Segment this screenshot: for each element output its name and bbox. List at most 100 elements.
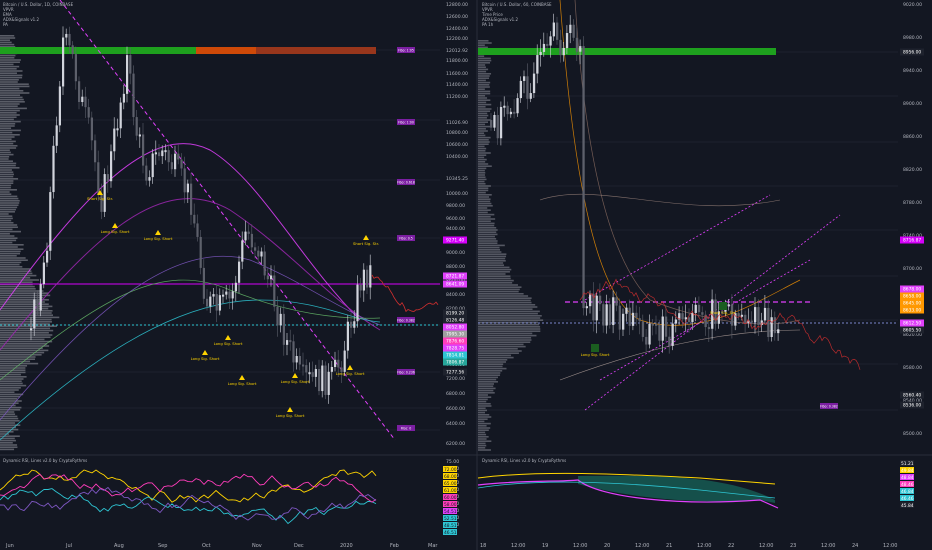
r-vp-bar — [478, 367, 507, 370]
r-vp-bar — [478, 416, 492, 418]
candle-body — [359, 284, 362, 291]
candle-body — [337, 359, 340, 368]
signal-label-8: Long Sig. Short — [336, 371, 365, 376]
time-label-5: Nov — [252, 543, 262, 549]
vp-bar — [0, 211, 15, 213]
r-candle-body — [750, 320, 753, 323]
vp-bar — [0, 178, 19, 180]
r-time-label-13: 12:00 — [883, 543, 897, 549]
vp-bar — [0, 402, 19, 404]
r-vp-bar — [478, 161, 486, 163]
r-vp-bar — [478, 86, 490, 88]
vp-bar — [0, 239, 17, 242]
vp-bar — [0, 332, 49, 334]
r-vp-bar — [478, 253, 507, 255]
signal-label-3: Long Sig. Short — [191, 356, 220, 361]
time-label-4: Oct — [202, 543, 211, 549]
price-tag-6: 7995.30 — [446, 332, 464, 338]
candle-body — [266, 275, 269, 280]
r-vp-bar — [478, 165, 492, 167]
r-candle-body — [658, 324, 661, 341]
vp-bar — [0, 349, 49, 352]
vp-bar — [0, 428, 19, 431]
r-vp-bar — [478, 136, 491, 139]
vp-bar — [0, 120, 21, 123]
vp-bar — [0, 215, 13, 217]
candle-body — [167, 150, 170, 163]
candle-body — [228, 291, 231, 299]
vp-bar — [0, 417, 19, 420]
r-vp-bar — [478, 119, 491, 121]
vp-bar — [0, 237, 18, 239]
r-price-tag-7: 8605.50 — [903, 328, 921, 334]
r-vp-bar — [478, 264, 505, 266]
candle-body — [46, 250, 49, 263]
vp-bar — [0, 248, 24, 250]
r-vp-bar — [478, 176, 486, 178]
price-axis-label-1: 12600.00 — [446, 14, 468, 20]
vp-bar — [0, 288, 36, 290]
vp-bar — [0, 327, 51, 330]
r-vp-bar — [478, 447, 486, 449]
r-candle-body — [526, 76, 529, 99]
candle-body — [142, 134, 145, 166]
vp-bar — [0, 76, 23, 79]
right-chart-panel[interactable]: Long Sig. Short Short Sig. Str. Fibo: 0.3… — [478, 0, 924, 455]
r-vp-bar — [478, 246, 500, 249]
vp-bar — [0, 336, 51, 338]
r-vp-bar — [478, 387, 496, 390]
vp-bar — [0, 358, 36, 360]
vp-bar — [0, 61, 20, 63]
r-vp-bar — [478, 361, 507, 363]
r-vp-bar — [478, 405, 492, 407]
r-price-axis-label-3: 8900.00 — [903, 101, 922, 107]
candle-body — [148, 177, 151, 181]
r-vp-bar — [478, 97, 488, 99]
r-candle-body — [519, 80, 522, 99]
r-vp-bar — [478, 279, 514, 282]
r-candle-body — [499, 106, 503, 139]
r-vp-bar — [478, 407, 486, 409]
vp-bar — [0, 431, 14, 433]
r-vp-bar — [478, 222, 495, 225]
candle-body — [311, 372, 314, 377]
candle-body — [366, 269, 369, 288]
candle-body — [132, 73, 135, 118]
signal-label-5: Long Sig. Short — [228, 381, 257, 386]
r-time-label-5: 12:00 — [635, 543, 649, 549]
r-vp-bar — [478, 400, 487, 403]
price-tag-0: 9271.40 — [446, 238, 464, 244]
r-vp-bar — [478, 319, 544, 321]
time-label-1: Jul — [65, 543, 72, 549]
candle-body — [74, 54, 77, 82]
r-candle-body — [595, 295, 598, 321]
r-price-tag-0: 8956.00 — [903, 50, 921, 56]
candle-body — [113, 128, 116, 152]
price-axis-label-4: 12012.92 — [446, 48, 468, 54]
price-tag-9: 7814.81 — [446, 353, 464, 359]
legend-line-3: ADX&Signals v1.2 — [3, 17, 40, 22]
vp-bar — [0, 384, 27, 387]
r-vp-bar — [478, 44, 485, 46]
r-time-label-4: 20 — [604, 543, 610, 549]
price-tag-8: 7828.75 — [446, 346, 464, 352]
r-vp-bar — [478, 55, 485, 57]
r-vp-bar — [478, 431, 486, 434]
r-vp-bar — [478, 211, 488, 214]
candle-body — [154, 152, 157, 155]
left-heat-band-orange — [196, 47, 256, 54]
candle-body — [330, 366, 333, 372]
candle-body — [353, 321, 356, 328]
r-vp-bar — [478, 174, 485, 176]
candle-body — [36, 299, 39, 311]
candle-body — [65, 33, 68, 38]
r-candle-body — [529, 93, 532, 99]
r-candle-body — [562, 48, 565, 56]
chart-workspace[interactable]: Fibo: 1:05 Fibo: 1:00 Fibo: 0.618 Fibo: 0.5… — [0, 0, 932, 550]
r-osc-tag-5: 46.46 — [901, 496, 914, 502]
r-candle-body — [516, 98, 519, 114]
r-vp-bar — [478, 444, 487, 447]
vp-bar — [0, 222, 14, 224]
r-candle-body — [493, 114, 496, 128]
candle-body — [343, 350, 346, 372]
